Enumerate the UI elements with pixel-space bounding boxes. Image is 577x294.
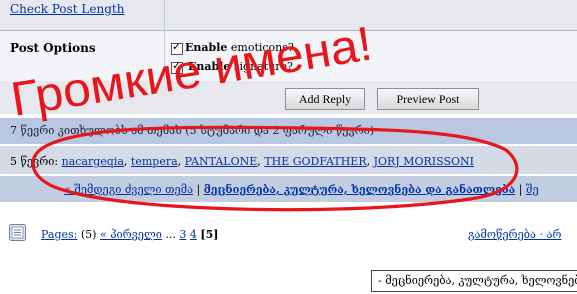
annotation-ellipse [31,125,519,212]
red-annotation-overlay: Громкие имена! [7,17,519,212]
annotation-text: Громкие имена! [7,17,375,126]
